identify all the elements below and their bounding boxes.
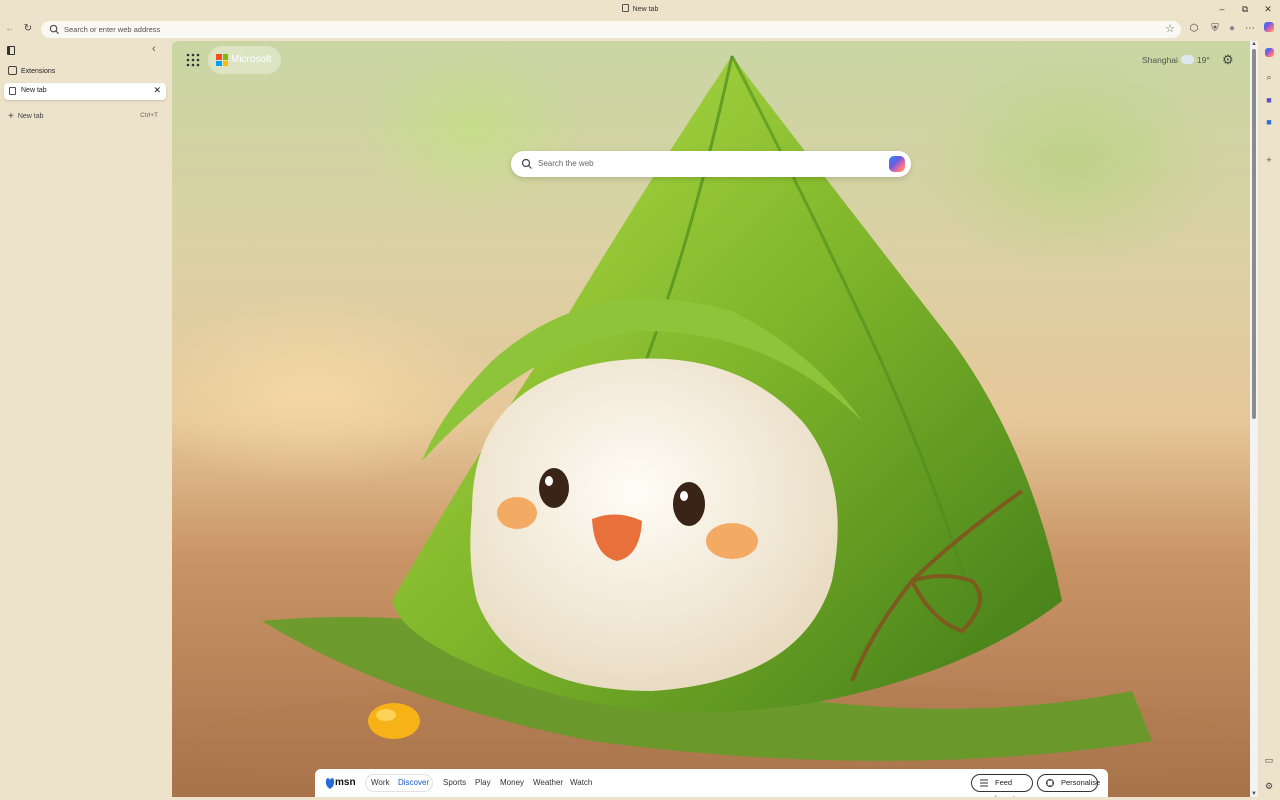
gear-icon[interactable]: ⚙ xyxy=(1222,52,1234,68)
scroll-up-arrow-icon[interactable]: ▲ xyxy=(1250,41,1258,47)
close-tab-icon[interactable]: ✕ xyxy=(153,85,161,96)
extensions-icon[interactable]: ⬡ xyxy=(1187,22,1201,36)
browser-essentials-icon[interactable]: ⛨ xyxy=(1208,22,1222,36)
microsoft-brand-button[interactable]: Microsoft xyxy=(208,46,281,74)
right-sidebar-rail: ⌕ ■ ■ + ▭ ⚙ xyxy=(1258,40,1280,800)
puzzle-icon xyxy=(8,66,17,75)
microsoft-logo-icon xyxy=(216,54,228,66)
new-tab-page: Microsoft Shanghai 19° ⚙ Search the web m… xyxy=(172,41,1250,797)
minimize-button[interactable]: – xyxy=(1215,2,1229,16)
search-icon xyxy=(49,24,60,35)
title-bar: New tab – ⧉ ✕ xyxy=(0,0,1280,18)
address-bar[interactable]: Search or enter web address ☆ xyxy=(41,21,1181,38)
collapse-sidebar-icon[interactable]: ‹ xyxy=(152,43,156,55)
back-icon[interactable]: ← xyxy=(3,21,17,37)
tab-weather[interactable]: Weather xyxy=(533,778,563,787)
refresh-icon[interactable]: ↻ xyxy=(21,21,35,37)
add-rail-item-icon[interactable]: + xyxy=(1263,154,1275,166)
weather-widget[interactable]: Shanghai 19° xyxy=(1142,55,1210,65)
msn-butterfly-icon xyxy=(325,778,335,789)
search-placeholder: Search the web xyxy=(538,159,594,168)
microsoft-label: Microsoft xyxy=(231,54,272,65)
cloud-icon xyxy=(1180,55,1194,64)
restore-button[interactable]: ⧉ xyxy=(1238,2,1252,16)
window-title: New tab xyxy=(0,4,1280,13)
app-launcher-icon[interactable] xyxy=(186,53,200,67)
address-placeholder: Search or enter web address xyxy=(64,25,161,34)
translator-icon[interactable]: ■ xyxy=(1263,116,1275,128)
vertical-tabs-sidebar: ‹ Extensions New tab ✕ + New tab Ctrl+T xyxy=(0,40,170,800)
teams-icon[interactable]: ■ xyxy=(1263,94,1275,106)
page-icon xyxy=(9,87,16,95)
copilot-icon[interactable] xyxy=(1262,22,1276,36)
feed-layout-button[interactable]: Feed layout xyxy=(971,774,1033,797)
hide-sidebar-icon[interactable]: ▭ xyxy=(1263,754,1275,766)
personalise-icon xyxy=(1046,779,1054,787)
feed-layout-icon xyxy=(980,779,988,787)
new-tab-shortcut: Ctrl+T xyxy=(140,112,158,119)
search-icon xyxy=(521,158,532,169)
tab-actions-icon[interactable] xyxy=(7,46,15,55)
browser-toolbar: ← ↻ Search or enter web address ☆ xyxy=(0,18,1280,40)
tab-discover[interactable]: Discover xyxy=(398,778,429,787)
extensions-item[interactable]: Extensions xyxy=(8,66,55,78)
favorite-star-icon[interactable]: ☆ xyxy=(1165,22,1175,35)
tab-sports[interactable]: Sports xyxy=(443,778,466,787)
plus-icon: + xyxy=(8,111,14,122)
tab-play[interactable]: Play xyxy=(475,778,491,787)
scroll-thumb[interactable] xyxy=(1252,49,1256,419)
msn-logo[interactable]: msn xyxy=(325,775,359,791)
settings-rail-icon[interactable]: ⚙ xyxy=(1263,780,1275,792)
search-rail-icon[interactable]: ⌕ xyxy=(1263,71,1275,83)
tab-work[interactable]: Work xyxy=(371,778,390,787)
close-window-button[interactable]: ✕ xyxy=(1261,2,1275,16)
tab-label: New tab xyxy=(21,87,47,94)
tab-watch[interactable]: Watch xyxy=(570,778,592,787)
tab-money[interactable]: Money xyxy=(500,778,524,787)
profile-icon[interactable]: ● xyxy=(1225,22,1239,36)
tab-new-tab[interactable]: New tab ✕ xyxy=(4,83,166,100)
msn-feed-bar: msn Work Discover Sports Play Money Weat… xyxy=(315,769,1108,797)
copilot-search-icon[interactable] xyxy=(889,156,905,172)
web-search-box[interactable]: Search the web xyxy=(511,151,911,177)
copilot-rail-icon[interactable] xyxy=(1263,48,1275,60)
page-scrollbar[interactable]: ▲ ▼ xyxy=(1250,41,1258,797)
scroll-down-arrow-icon[interactable]: ▼ xyxy=(1250,791,1258,797)
personalise-button[interactable]: Personalise xyxy=(1037,774,1100,792)
more-menu-icon[interactable]: ⋯ xyxy=(1243,22,1257,36)
new-tab-button[interactable]: + New tab Ctrl+T xyxy=(8,111,160,122)
page-icon xyxy=(621,4,629,12)
